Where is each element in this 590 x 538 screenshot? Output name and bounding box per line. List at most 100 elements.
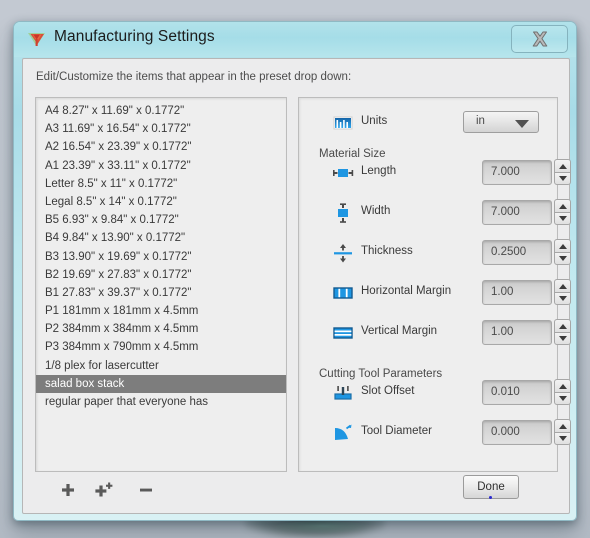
length-stepper[interactable] — [554, 159, 571, 186]
tool-diameter-row: Tool Diameter 0.000 — [299, 418, 571, 448]
close-icon — [532, 31, 547, 47]
stepper-down-button[interactable] — [554, 172, 571, 185]
length-input[interactable]: 7.000 — [482, 160, 552, 185]
minus-icon — [140, 488, 152, 492]
stepper-up-button[interactable] — [554, 379, 571, 392]
thickness-row: Thickness 0.2500 — [299, 238, 571, 268]
focus-indicator-dot — [489, 496, 492, 499]
window-title: Manufacturing Settings — [54, 28, 215, 45]
units-selected-value: in — [476, 115, 485, 127]
plus-plus-icon — [95, 482, 113, 497]
stepper-up-button[interactable] — [554, 279, 571, 292]
list-item[interactable]: P3 384mm x 790mm x 4.5mm — [36, 338, 286, 356]
stepper-down-button[interactable] — [554, 432, 571, 445]
settings-panel: Units in Material Size Cutting Tool Para… — [298, 97, 571, 472]
stepper-down-button[interactable] — [554, 212, 571, 225]
list-item[interactable]: B1 27.83" x 39.37" x 0.1772" — [36, 284, 286, 302]
stepper-down-button[interactable] — [554, 292, 571, 305]
stepper-up-button[interactable] — [554, 199, 571, 212]
list-item[interactable]: regular paper that everyone has — [36, 393, 286, 411]
plus-icon — [62, 484, 74, 496]
slot-offset-label: Slot Offset — [361, 385, 415, 397]
list-item[interactable]: P2 384mm x 384mm x 4.5mm — [36, 320, 286, 338]
list-item[interactable]: P1 181mm x 181mm x 4.5mm — [36, 302, 286, 320]
preset-list-items: A4 8.27" x 11.69" x 0.1772" A3 11.69" x 1… — [36, 98, 286, 411]
list-item[interactable]: salad box stack — [36, 374, 286, 393]
tool-diameter-stepper[interactable] — [554, 419, 571, 446]
thickness-label: Thickness — [361, 245, 413, 257]
stepper-up-button[interactable] — [554, 319, 571, 332]
width-icon — [332, 202, 354, 224]
tool-diameter-icon — [332, 422, 354, 444]
caret-down-icon — [558, 216, 567, 221]
add-preset-button[interactable] — [55, 477, 81, 503]
caret-down-icon — [558, 296, 567, 301]
vertical-margin-label: Vertical Margin — [361, 325, 438, 337]
list-item[interactable]: 1/8 plex for lasercutter — [36, 357, 286, 375]
list-item[interactable]: B2 19.69" x 27.83" x 0.1772" — [36, 266, 286, 284]
list-item[interactable]: A2 16.54" x 23.39" x 0.1772" — [36, 138, 286, 156]
slot-offset-row: Slot Offset 0.010 — [299, 378, 571, 408]
list-item[interactable]: Letter 8.5" x 11" x 0.1772" — [36, 175, 286, 193]
caret-up-icon — [558, 163, 567, 169]
units-dropdown[interactable]: in — [463, 111, 539, 133]
ruler-icon — [332, 112, 354, 134]
width-stepper[interactable] — [554, 199, 571, 226]
stepper-up-button[interactable] — [554, 159, 571, 172]
list-item[interactable]: A3 11.69" x 16.54" x 0.1772" — [36, 120, 286, 138]
instruction-text: Edit/Customize the items that appear in … — [36, 71, 352, 83]
horizontal-margin-input[interactable]: 1.00 — [482, 280, 552, 305]
length-row: Length 7.000 — [299, 158, 571, 188]
caret-down-icon — [558, 436, 567, 441]
caret-down-icon — [558, 396, 567, 401]
caret-up-icon — [558, 243, 567, 249]
desktop-reflection — [275, 521, 370, 533]
window-titlebar: Manufacturing Settings — [14, 22, 576, 57]
thickness-stepper[interactable] — [554, 239, 571, 266]
vertical-margin-row: Vertical Margin 1.00 — [299, 318, 571, 348]
tool-diameter-label: Tool Diameter — [361, 425, 432, 437]
manufacturing-settings-window: Manufacturing Settings Edit/Customize th… — [13, 21, 577, 521]
length-icon — [332, 162, 354, 184]
stepper-down-button[interactable] — [554, 392, 571, 405]
horizontal-margin-stepper[interactable] — [554, 279, 571, 306]
duplicate-preset-button[interactable] — [91, 477, 117, 503]
slot-offset-stepper[interactable] — [554, 379, 571, 406]
chevron-down-icon — [515, 120, 529, 128]
list-item[interactable]: Legal 8.5" x 14" x 0.1772" — [36, 193, 286, 211]
caret-down-icon — [558, 336, 567, 341]
remove-preset-button[interactable] — [133, 477, 159, 503]
caret-up-icon — [558, 383, 567, 389]
width-input[interactable]: 7.000 — [482, 200, 552, 225]
slot-offset-icon — [332, 382, 354, 404]
horizontal-margin-label: Horizontal Margin — [361, 285, 452, 297]
close-button[interactable] — [511, 25, 568, 53]
list-item[interactable]: B4 9.84" x 13.90" x 0.1772" — [36, 229, 286, 247]
caret-up-icon — [558, 423, 567, 429]
caret-up-icon — [558, 283, 567, 289]
vertical-margin-icon — [332, 322, 354, 344]
vertical-margin-input[interactable]: 1.00 — [482, 320, 552, 345]
horizontal-margin-icon — [332, 282, 354, 304]
stepper-up-button[interactable] — [554, 239, 571, 252]
preset-list[interactable]: A4 8.27" x 11.69" x 0.1772" A3 11.69" x 1… — [35, 97, 287, 472]
app-logo-icon — [27, 30, 46, 49]
list-item[interactable]: A1 23.39" x 33.11" x 0.1772" — [36, 157, 286, 175]
thickness-input[interactable]: 0.2500 — [482, 240, 552, 265]
length-label: Length — [361, 165, 397, 177]
width-label: Width — [361, 205, 391, 217]
stepper-down-button[interactable] — [554, 332, 571, 345]
list-item[interactable]: B3 13.90" x 19.69" x 0.1772" — [36, 248, 286, 266]
stepper-down-button[interactable] — [554, 252, 571, 265]
list-item[interactable]: A4 8.27" x 11.69" x 0.1772" — [36, 102, 286, 120]
units-row: Units in — [299, 108, 557, 138]
tool-diameter-input[interactable]: 0.000 — [482, 420, 552, 445]
width-row: Width 7.000 — [299, 198, 571, 228]
list-item[interactable]: B5 6.93" x 9.84" x 0.1772" — [36, 211, 286, 229]
horizontal-margin-row: Horizontal Margin 1.00 — [299, 278, 571, 308]
slot-offset-input[interactable]: 0.010 — [482, 380, 552, 405]
caret-up-icon — [558, 323, 567, 329]
vertical-margin-stepper[interactable] — [554, 319, 571, 346]
stepper-up-button[interactable] — [554, 419, 571, 432]
caret-up-icon — [558, 203, 567, 209]
